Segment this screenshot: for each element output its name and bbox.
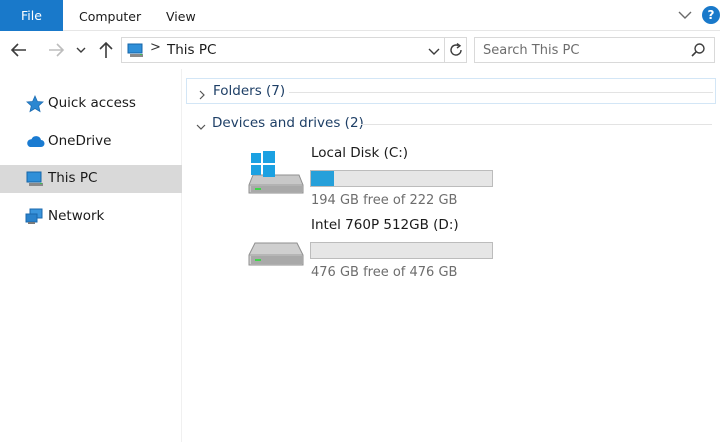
search-input[interactable]: [475, 38, 680, 62]
hard-drive-icon: [247, 225, 305, 271]
search-box[interactable]: [474, 37, 715, 63]
network-icon: [25, 208, 45, 226]
drive-item-c[interactable]: Local Disk (C:) 194 GB free of 222 GB: [243, 145, 543, 211]
refresh-icon[interactable]: [448, 42, 464, 58]
up-arrow-icon[interactable]: [96, 39, 116, 61]
group-divider: [361, 124, 712, 125]
address-dropdown-chevron-icon[interactable]: [427, 44, 441, 58]
chevron-down-icon[interactable]: [195, 118, 207, 130]
drive-usage-fill: [311, 171, 334, 186]
drive-name: Local Disk (C:): [311, 145, 409, 161]
chevron-right-icon[interactable]: [196, 86, 208, 100]
search-icon[interactable]: [690, 42, 706, 58]
drive-free-space: 194 GB free of 222 GB: [311, 193, 458, 208]
sidebar-item-label: This PC: [48, 170, 98, 186]
drive-free-space: 476 GB free of 476 GB: [311, 265, 458, 280]
content-area: Folders (7) Devices and drives (2) Local…: [183, 69, 720, 442]
sidebar-item-label: OneDrive: [48, 133, 112, 149]
address-bar[interactable]: > This PC: [121, 37, 467, 63]
group-folders[interactable]: Folders (7): [186, 78, 716, 104]
sidebar-item-network[interactable]: Network: [0, 203, 182, 231]
drive-name: Intel 760P 512GB (D:): [311, 217, 459, 233]
tab-file[interactable]: File: [0, 0, 63, 31]
recent-locations-chevron-icon[interactable]: [74, 39, 88, 61]
drive-usage-bar: [310, 170, 493, 187]
group-title: Devices and drives (2): [212, 115, 364, 131]
group-title: Folders (7): [213, 83, 286, 99]
ribbon-expand-chevron-icon[interactable]: [677, 7, 693, 23]
ribbon: File Computer View ?: [0, 0, 720, 31]
help-icon[interactable]: ?: [702, 6, 720, 24]
navigation-pane: Quick access OneDrive This PC Network: [0, 69, 182, 442]
sidebar-item-label: Network: [48, 208, 105, 224]
star-icon: [25, 94, 45, 113]
forward-arrow-icon[interactable]: [46, 39, 66, 61]
sidebar-item-label: Quick access: [48, 95, 136, 111]
computer-icon: [25, 170, 45, 188]
cloud-icon: [25, 133, 45, 151]
address-toolbar: > This PC: [0, 31, 720, 69]
sidebar-item-onedrive[interactable]: OneDrive: [0, 128, 182, 156]
sidebar-item-this-pc[interactable]: This PC: [0, 165, 182, 193]
breadcrumb-separator: >: [150, 40, 161, 55]
back-arrow-icon[interactable]: [9, 39, 29, 61]
windows-drive-icon: [247, 151, 305, 197]
tab-computer[interactable]: Computer: [79, 0, 141, 31]
computer-icon: [127, 43, 145, 58]
group-divider: [289, 92, 713, 93]
sidebar-item-quick-access[interactable]: Quick access: [0, 90, 182, 118]
breadcrumb-this-pc[interactable]: This PC: [167, 42, 216, 58]
tab-view[interactable]: View: [166, 0, 196, 31]
address-divider: [444, 38, 445, 62]
drive-item-d[interactable]: Intel 760P 512GB (D:) 476 GB free of 476…: [243, 217, 543, 283]
group-devices-and-drives[interactable]: Devices and drives (2): [186, 111, 716, 137]
drive-usage-bar: [310, 242, 493, 259]
